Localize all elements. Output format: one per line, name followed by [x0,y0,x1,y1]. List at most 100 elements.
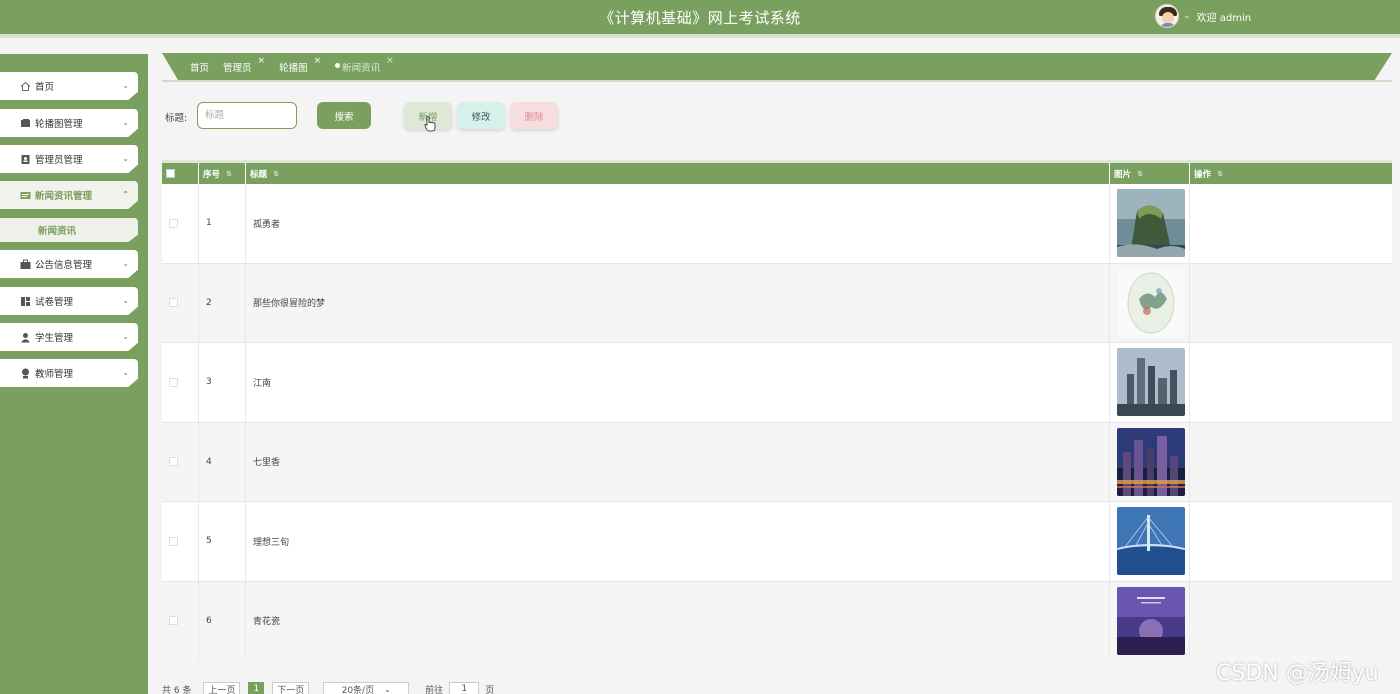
breadcrumb-admins[interactable]: 管理员 × [223,56,265,74]
cell-title: 孤勇者 [246,184,1110,263]
cell-image [1110,422,1190,501]
cell-image [1110,263,1190,342]
chevron-up-icon: ⌃ [122,190,129,199]
sidebar-item-label: 首页 [35,82,55,93]
breadcrumb: 首页 管理员 × 轮播图 × 新闻资讯 × [162,53,1392,80]
column-header-label: 操作 [1194,169,1212,180]
search-input[interactable] [197,102,297,129]
sidebar-item-carousel[interactable]: 轮播图管理 ⌄ [0,109,138,137]
chevron-down-icon: ⌄ [122,368,129,377]
page-unit-label: 页 [485,685,495,694]
close-icon[interactable]: × [258,56,266,66]
column-header-actions[interactable]: 操作 ⇅ [1190,163,1392,184]
table-row[interactable]: 1 孤勇者 [162,184,1392,264]
row-checkbox[interactable] [169,457,178,467]
watermark: CSDN @汤姆yu [1216,661,1379,686]
goto-page-input[interactable]: 1 [449,682,480,694]
sidebar-item-admins[interactable]: 管理员管理 ⌄ [0,145,138,173]
cell-actions [1190,423,1392,502]
sidebar-item-label: 试卷管理 [35,297,74,308]
row-checkbox-cell [162,184,199,263]
sidebar-item-home[interactable]: 首页 ⌄ [0,72,138,100]
row-checkbox[interactable] [169,536,178,546]
chevron-down-icon: ⌄ [122,259,129,268]
home-icon [20,81,31,92]
chevron-down-icon: ⌄ [122,81,129,90]
cell-actions [1190,343,1392,422]
sort-icon[interactable]: ⇅ [1217,170,1223,178]
chevron-down-icon: ⌄ [122,332,129,341]
table-row[interactable]: 3 江南 [162,343,1392,423]
pagination: 共 6 条 上一页 1 下一页 20条/页 ⌄ 前往 1 页 [162,682,494,694]
breadcrumb-home[interactable]: 首页 [190,60,209,74]
column-header-label: 序号 [203,169,221,180]
table-row[interactable]: 4 七里香 [162,422,1392,502]
breadcrumb-label: 管理员 [223,62,252,74]
edit-button[interactable]: 修改 [457,102,505,129]
sidebar: 首页 ⌄ 轮播图管理 ⌄ 管理员管理 ⌄ 新闻资讯管理 ⌃ 新闻资讯 公告信息管… [0,54,148,694]
next-page-button[interactable]: 下一页 [272,682,310,694]
page-button-current[interactable]: 1 [248,682,265,694]
user-icon [20,332,31,343]
page-size-select[interactable]: 20条/页 ⌄ [323,682,410,694]
breadcrumb-news[interactable]: 新闻资讯 × [335,56,394,74]
row-checkbox-cell [162,422,199,501]
sidebar-subitem-news[interactable]: 新闻资讯 [0,218,138,242]
column-header-title[interactable]: 标题 ⇅ [246,163,1110,184]
close-icon[interactable]: × [386,56,394,66]
select-all-checkbox[interactable] [166,169,175,178]
sort-icon[interactable]: ⇅ [226,170,232,178]
delete-button[interactable]: 删除 [510,102,558,129]
active-dot-icon [335,62,341,68]
row-checkbox[interactable] [169,616,178,626]
chevron-down-icon: ⌄ [122,296,129,305]
cell-actions [1190,502,1392,581]
cell-index: 6 [199,581,246,660]
sidebar-item-papers[interactable]: 试卷管理 ⌄ [0,287,138,315]
cell-title: 理想三旬 [246,502,1110,581]
row-checkbox-cell [162,343,199,422]
sort-icon[interactable]: ⇅ [273,170,279,178]
cell-title: 青花瓷 [246,581,1110,660]
sidebar-item-label: 公告信息管理 [35,260,93,271]
cell-index: 4 [199,422,246,501]
sidebar-item-teachers[interactable]: 教师管理 ⌄ [0,359,138,387]
city-skyline-photo [1117,348,1185,417]
column-header-label: 标题 [250,169,268,180]
row-checkbox[interactable] [169,377,178,387]
teacher-icon [20,368,31,379]
column-header-image[interactable]: 图片 ⇅ [1110,163,1190,184]
row-checkbox[interactable] [169,298,178,308]
sidebar-item-students[interactable]: 学生管理 ⌄ [0,323,138,351]
welcome-text: 欢迎 admin [1196,12,1252,24]
close-icon[interactable]: × [314,56,322,66]
sidebar-item-label: 学生管理 [35,333,74,344]
cell-image [1110,581,1190,660]
table-row[interactable]: 2 那些你很冒险的梦 [162,263,1392,343]
total-count: 共 6 条 [162,685,192,694]
chevron-down-icon[interactable]: ⌄ [1183,11,1191,21]
sidebar-item-news[interactable]: 新闻资讯管理 ⌃ [0,181,138,209]
search-button[interactable]: 搜索 [317,102,371,129]
sidebar-item-notices[interactable]: 公告信息管理 ⌄ [0,250,138,278]
sidebar-subitem-label: 新闻资讯 [38,226,77,237]
cell-image [1110,184,1190,263]
image-icon [20,118,31,129]
chevron-down-icon: ⌄ [122,154,129,163]
sort-icon[interactable]: ⇅ [1137,170,1143,178]
column-header-label: 图片 [1114,169,1132,180]
prev-page-button[interactable]: 上一页 [203,682,241,694]
table-row[interactable]: 6 青花瓷 [162,581,1392,660]
table-row[interactable]: 5 理想三旬 [162,502,1392,582]
breadcrumb-carousel[interactable]: 轮播图 × [279,56,321,74]
avatar[interactable] [1155,4,1179,28]
sidebar-item-label: 轮播图管理 [35,119,83,130]
cell-image [1110,343,1190,422]
goto-label: 前往 [425,685,444,694]
island-photo [1117,189,1185,258]
column-header-index[interactable]: 序号 ⇅ [199,163,246,184]
top-header: 《计算机基础》网上考试系统 ⌄ 欢迎 admin [0,0,1400,34]
row-checkbox[interactable] [169,218,178,228]
cell-actions [1190,184,1392,263]
user-menu[interactable]: ⌄ 欢迎 admin [1155,3,1251,29]
